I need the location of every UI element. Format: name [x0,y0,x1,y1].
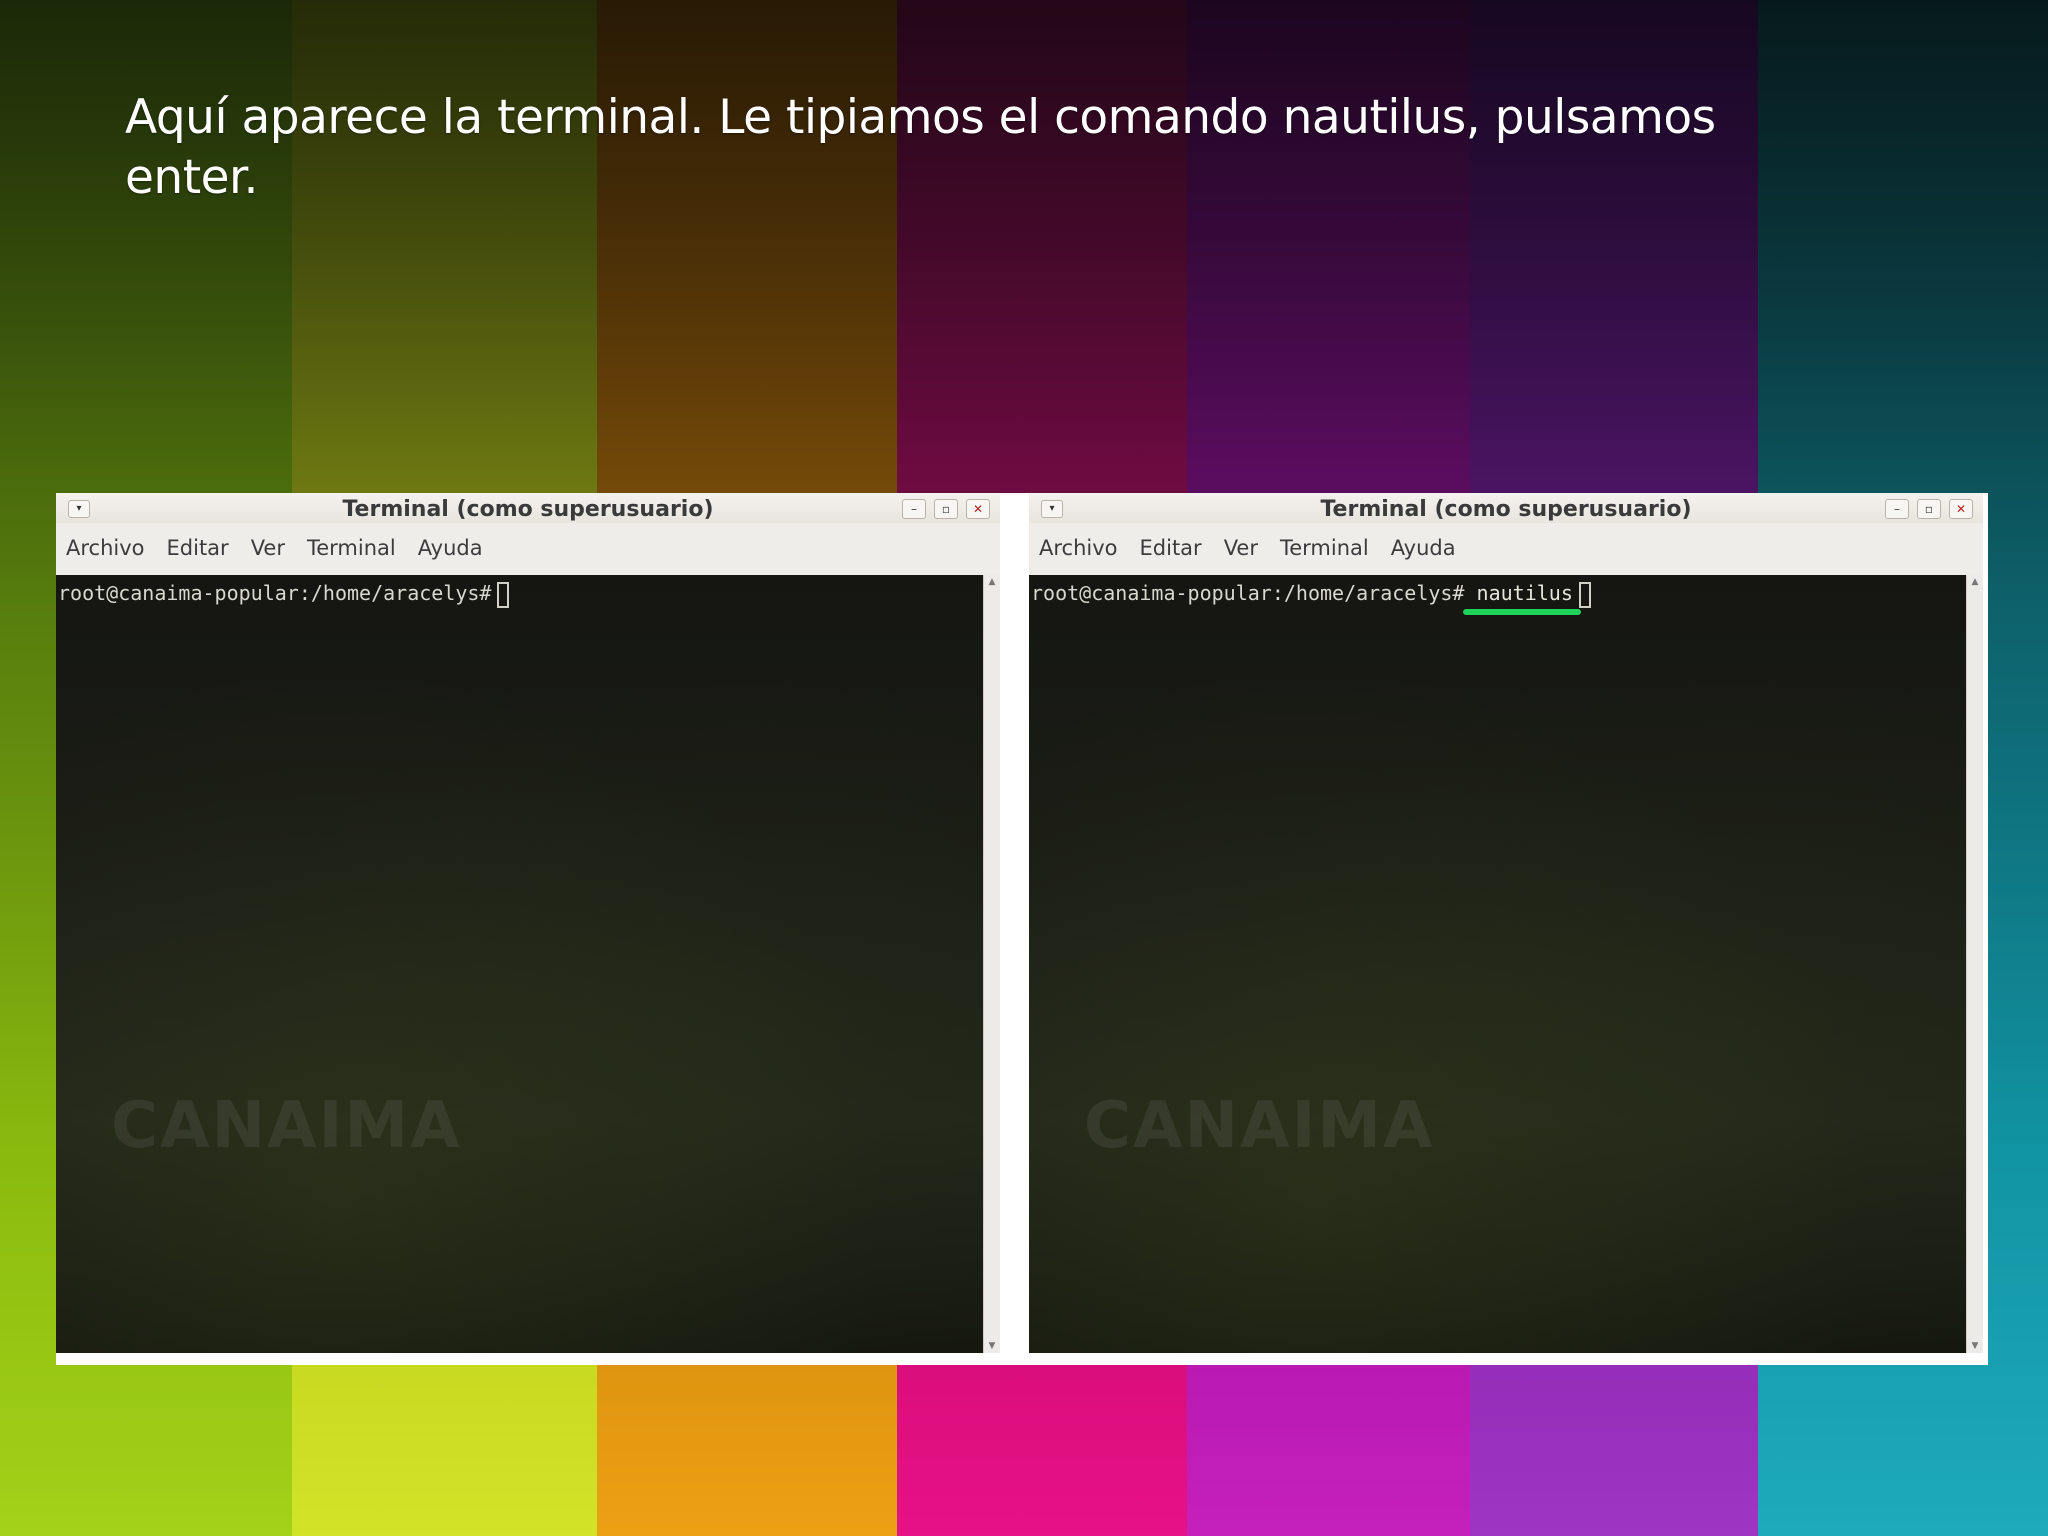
menu-editar[interactable]: Editar [1140,536,1202,560]
text-cursor [497,581,510,608]
menu-bar: Archivo Editar Ver Terminal Ayuda [1029,528,1983,568]
window-title: Terminal (como superusuario) [1320,497,1692,522]
prompt-text: root@canaima-popular:/home/aracelys# [58,581,492,605]
title-bar: ▾ Terminal (como superusuario) – ▫ ✕ [56,493,1000,523]
terminal-console[interactable]: root@canaima-popular:/home/aracelys# nau… [1029,575,1967,1353]
minimize-icon[interactable]: – [902,499,926,519]
scrollbar[interactable]: ▲ ▼ [983,575,1000,1353]
window-title: Terminal (como superusuario) [342,497,714,522]
terminal-window-right: ▾ Terminal (como superusuario) – ▫ ✕ Arc… [1029,493,1983,1353]
maximize-icon[interactable]: ▫ [1917,499,1941,519]
menu-ayuda[interactable]: Ayuda [418,536,483,560]
menu-ayuda[interactable]: Ayuda [1391,536,1456,560]
terminal-console[interactable]: root@canaima-popular:/home/aracelys# CAN… [56,575,984,1353]
screenshot-panel: ▾ Terminal (como superusuario) – ▫ ✕ Arc… [56,493,1988,1365]
scroll-up-icon[interactable]: ▲ [1967,577,1983,587]
close-icon[interactable]: ✕ [1949,499,1973,519]
terminal-window-left: ▾ Terminal (como superusuario) – ▫ ✕ Arc… [56,493,1000,1353]
text-cursor [1578,581,1591,608]
title-bar: ▾ Terminal (como superusuario) – ▫ ✕ [1029,493,1983,523]
menu-archivo[interactable]: Archivo [66,536,145,560]
menu-archivo[interactable]: Archivo [1039,536,1118,560]
maximize-icon[interactable]: ▫ [934,499,958,519]
command-highlight-underline [1463,609,1581,615]
minimize-icon[interactable]: – [1885,499,1909,519]
close-icon[interactable]: ✕ [966,499,990,519]
menu-bar: Archivo Editar Ver Terminal Ayuda [56,528,1000,568]
typed-command: nautilus [1476,581,1573,605]
menu-terminal[interactable]: Terminal [1280,536,1369,560]
menu-editar[interactable]: Editar [167,536,229,560]
scroll-up-icon[interactable]: ▲ [984,577,1000,587]
scroll-down-icon[interactable]: ▼ [1967,1341,1983,1351]
scroll-down-icon[interactable]: ▼ [984,1341,1000,1351]
scrollbar[interactable]: ▲ ▼ [1966,575,1983,1353]
prompt-text: root@canaima-popular:/home/aracelys# [1031,581,1465,605]
menu-ver[interactable]: Ver [251,536,285,560]
menu-terminal[interactable]: Terminal [307,536,396,560]
slide-caption: Aquí aparece la terminal. Le tipiamos el… [125,90,1716,205]
menu-ver[interactable]: Ver [1224,536,1258,560]
canaima-watermark: CANAIMA [1084,1089,1435,1163]
terminal-prompt-line: root@canaima-popular:/home/aracelys# [58,581,510,608]
terminal-prompt-line: root@canaima-popular:/home/aracelys# nau… [1031,581,1591,608]
canaima-watermark: CANAIMA [111,1089,462,1163]
